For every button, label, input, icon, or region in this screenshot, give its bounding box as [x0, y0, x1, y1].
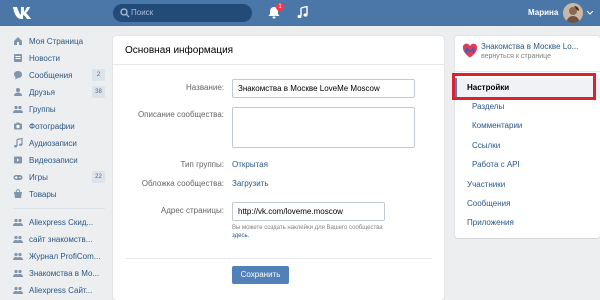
address-hint-link[interactable]: здесь. [232, 233, 249, 239]
back-to-page-link[interactable]: вернуться к странице [481, 52, 551, 61]
menu-community-item[interactable]: Знакомства в Мо... [0, 265, 112, 282]
menu-item-label: сайт знакомств... [29, 235, 93, 244]
menu-item-news[interactable]: Новости [0, 50, 112, 67]
music-icon[interactable] [297, 6, 308, 19]
music-icon [14, 138, 23, 148]
groups-icon [13, 269, 23, 277]
description-field[interactable] [232, 107, 415, 148]
search-placeholder: Поиск [131, 8, 154, 17]
nav-item-apps[interactable]: Приложения [467, 218, 514, 228]
menu-item-video[interactable]: Видеозаписи [0, 152, 112, 169]
groups-icon [13, 235, 23, 243]
menu-item-my-page[interactable]: Моя Страница [0, 33, 112, 50]
menu-item-messages[interactable]: Сообщения 2 [0, 67, 112, 84]
address-label: Адрес страницы: [160, 206, 224, 215]
group-type-link[interactable]: Открытая [232, 160, 268, 170]
menu-item-friends[interactable]: Друзья 38 [0, 84, 112, 101]
search-icon [120, 8, 130, 18]
friends-count-badge: 38 [92, 86, 105, 98]
save-button[interactable]: Сохранить [232, 266, 289, 284]
friends-icon [14, 88, 22, 96]
address-value: http://vk.com/loveme.moscow [238, 207, 343, 216]
nav-item-api[interactable]: Работа с API [472, 160, 520, 170]
news-icon [14, 54, 22, 62]
shop-icon [14, 189, 22, 198]
menu-item-label: Товары [29, 190, 57, 199]
divider [113, 64, 444, 65]
games-icon [13, 175, 23, 180]
groups-icon [13, 252, 23, 260]
games-count-badge: 22 [92, 171, 105, 183]
chevron-down-icon[interactable] [587, 11, 593, 15]
address-hint-text: Вы можете создать наклейки для Вашего со… [232, 225, 383, 231]
nav-item-messages[interactable]: Сообщения [467, 199, 510, 209]
top-bar: Поиск 1 Марина [0, 0, 600, 26]
menu-item-label: Aliexpress Скид... [29, 218, 94, 227]
user-name[interactable]: Марина [528, 8, 558, 18]
vk-logo[interactable] [12, 6, 36, 20]
video-icon [14, 156, 22, 164]
menu-community-item[interactable]: Aliexpress Сайт... [0, 282, 112, 299]
menu-item-games[interactable]: Игры 22 [0, 169, 112, 186]
settings-nav-panel: Знакомства в Москве Lo... вернуться к ст… [455, 36, 600, 238]
menu-item-label: Новости [29, 54, 60, 63]
cover-label: Обложка сообщества: [141, 179, 224, 188]
divider [455, 71, 600, 72]
highlight-annotation-box [452, 73, 596, 100]
search-field[interactable]: Поиск [113, 4, 252, 22]
home-icon [14, 37, 22, 45]
main-info-card: Основная информация Название: Знакомства… [113, 36, 444, 300]
name-field[interactable]: Знакомства в Москве LoveMe Moscow [232, 79, 415, 98]
menu-item-label: Журнал ProfiCom... [29, 252, 101, 261]
menu-item-label: Группы [29, 105, 56, 114]
name-label: Название: [186, 83, 224, 92]
left-menu: Моя Страница Новости Сообщения 2 Друзья … [0, 33, 112, 299]
avatar[interactable] [563, 3, 583, 23]
messages-count-badge: 2 [92, 69, 105, 81]
menu-item-label: Aliexpress Сайт... [29, 286, 93, 295]
menu-item-label: Сообщения [29, 71, 73, 80]
menu-item-audio[interactable]: Аудиозаписи [0, 135, 112, 152]
nav-item-members[interactable]: Участники [467, 180, 505, 190]
menu-item-label: Игры [29, 173, 48, 182]
description-label: Описание сообщества: [137, 110, 224, 119]
menu-item-photos[interactable]: Фотографии [0, 118, 112, 135]
menu-community-item[interactable]: Журнал ProfiCom... [0, 248, 112, 265]
menu-community-item[interactable]: Aliexpress Скид... [0, 214, 112, 231]
nav-item-comments[interactable]: Комментарии [472, 121, 522, 131]
groups-icon [13, 105, 23, 113]
groups-icon [13, 218, 23, 226]
messages-icon [14, 71, 22, 80]
menu-item-label: Аудиозаписи [29, 139, 77, 148]
menu-divider [13, 208, 105, 209]
nav-item-links[interactable]: Ссылки [472, 141, 500, 151]
community-logo-icon[interactable] [462, 43, 478, 59]
menu-item-label: Знакомства в Мо... [29, 269, 100, 278]
name-value: Знакомства в Москве LoveMe Moscow [238, 84, 380, 93]
address-hint: Вы можете создать наклейки для Вашего со… [232, 224, 422, 240]
menu-item-goods[interactable]: Товары [0, 186, 112, 203]
groups-icon [13, 286, 23, 294]
address-field[interactable]: http://vk.com/loveme.moscow [232, 202, 385, 221]
menu-item-label: Моя Страница [29, 37, 84, 46]
menu-item-label: Фотографии [29, 122, 75, 131]
menu-item-label: Друзья [29, 88, 55, 97]
camera-icon [14, 122, 22, 130]
menu-item-groups[interactable]: Группы [0, 101, 112, 118]
menu-item-label: Видеозаписи [29, 156, 78, 165]
notifications-badge: 1 [276, 3, 284, 11]
menu-community-item[interactable]: сайт знакомств... [0, 231, 112, 248]
nav-item-sections[interactable]: Разделы [472, 102, 504, 112]
page-title: Основная информация [125, 45, 234, 56]
group-type-label: Тип группы: [180, 160, 224, 169]
divider [125, 258, 432, 259]
cover-upload-link[interactable]: Загрузить [232, 179, 269, 189]
community-name-link[interactable]: Знакомства в Москве Lo... [481, 42, 597, 52]
